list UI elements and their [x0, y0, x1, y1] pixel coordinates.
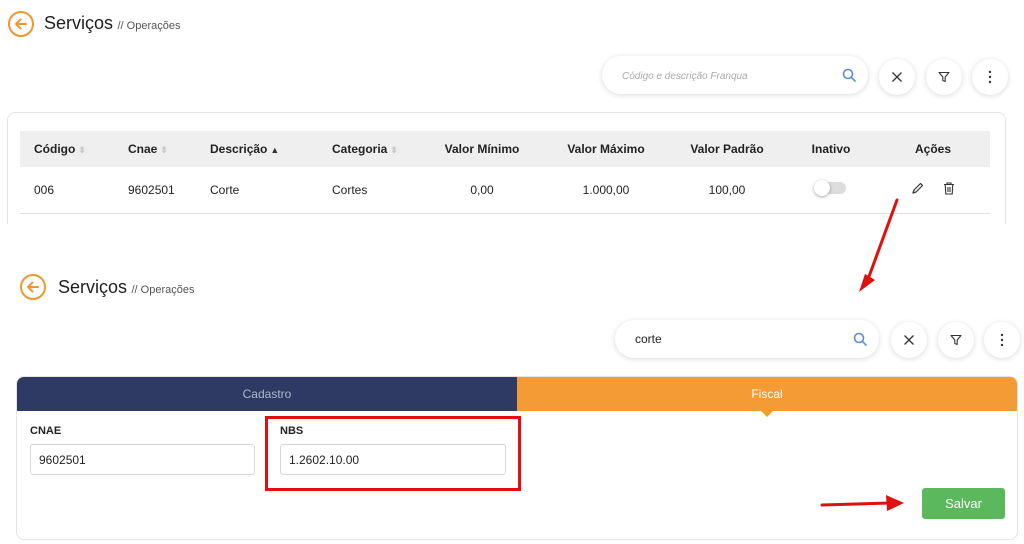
- clear-button[interactable]: [891, 322, 927, 358]
- search-input[interactable]: [635, 332, 853, 346]
- search-input[interactable]: [622, 68, 842, 82]
- cell-valor-minimo: 0,00: [420, 167, 544, 214]
- services-table: Código ⬍ Cnae ⬍ Descrição ▲ Categoria ⬍ Valo…: [20, 131, 990, 214]
- col-header-cnae[interactable]: Cnae ⬍: [114, 131, 196, 167]
- pencil-icon: [912, 182, 923, 194]
- delete-button[interactable]: [943, 182, 955, 198]
- clear-button[interactable]: [879, 59, 915, 95]
- col-header-valor-minimo: Valor Mínimo: [420, 131, 544, 167]
- cnae-field[interactable]: [30, 444, 255, 475]
- form-tabs: Cadastro Fiscal: [17, 377, 1017, 417]
- save-button[interactable]: Salvar: [922, 488, 1005, 519]
- close-icon: [892, 72, 902, 82]
- more-options-button[interactable]: [984, 322, 1020, 358]
- filter-icon: [938, 71, 950, 83]
- page-header: Serviços // Operações: [58, 277, 194, 298]
- filter-icon: [950, 334, 962, 346]
- cell-categoria: Cortes: [318, 167, 420, 214]
- filter-button[interactable]: [926, 59, 962, 95]
- search-bar[interactable]: [602, 56, 868, 94]
- page-title: Serviços: [44, 13, 114, 33]
- back-arrow-icon: [15, 18, 27, 30]
- col-header-valor-padrao: Valor Padrão: [668, 131, 786, 167]
- annotation-arrow-down: [859, 198, 899, 292]
- col-header-valor-maximo: Valor Máximo: [544, 131, 668, 167]
- back-arrow-icon: [27, 281, 39, 293]
- more-options-button[interactable]: [972, 59, 1008, 95]
- more-vertical-icon: [1000, 333, 1004, 347]
- trash-icon: [944, 182, 955, 195]
- filter-button[interactable]: [938, 322, 974, 358]
- search-icon[interactable]: [853, 332, 867, 346]
- edit-button[interactable]: [911, 182, 924, 198]
- cell-codigo: 006: [20, 167, 114, 214]
- tab-fiscal[interactable]: Fiscal: [517, 377, 1017, 417]
- table-row[interactable]: 006 9602501 Corte Cortes 0,00 1.000,00 1…: [20, 167, 990, 214]
- close-icon: [904, 335, 914, 345]
- search-bar[interactable]: [615, 320, 879, 358]
- annotation-highlight-box: [265, 416, 521, 491]
- page-title: Serviços: [58, 277, 128, 297]
- col-header-codigo[interactable]: Código ⬍: [20, 131, 114, 167]
- cell-descricao: Corte: [196, 167, 318, 214]
- col-header-inativo: Inativo: [786, 131, 876, 167]
- table-header-row: Código ⬍ Cnae ⬍ Descrição ▲ Categoria ⬍ Valo…: [20, 131, 990, 167]
- page-header: Serviços // Operações: [44, 13, 180, 34]
- tab-cadastro[interactable]: Cadastro: [17, 377, 517, 411]
- breadcrumb: // Operações: [117, 20, 181, 32]
- cell-valor-maximo: 1.000,00: [544, 167, 668, 214]
- col-header-descricao[interactable]: Descrição ▲: [196, 131, 318, 167]
- back-button[interactable]: [8, 11, 34, 37]
- search-icon[interactable]: [842, 68, 856, 82]
- cnae-label: CNAE: [30, 425, 62, 437]
- inativo-toggle[interactable]: [814, 180, 846, 197]
- col-header-categoria[interactable]: Categoria ⬍: [318, 131, 420, 167]
- more-vertical-icon: [988, 70, 992, 84]
- col-header-acoes: Ações: [876, 131, 990, 167]
- annotation-arrow-right: [820, 495, 904, 511]
- cell-cnae: 9602501: [114, 167, 196, 214]
- cell-valor-padrao: 100,00: [668, 167, 786, 214]
- breadcrumb: // Operações: [131, 284, 195, 296]
- back-button[interactable]: [20, 274, 46, 300]
